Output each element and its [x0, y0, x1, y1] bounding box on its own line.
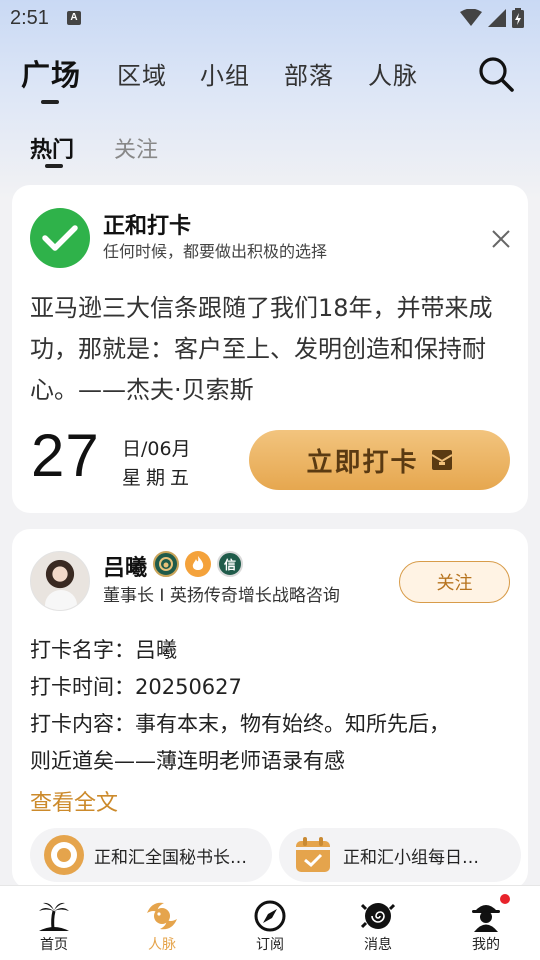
sub-nav: 热门 关注 — [0, 126, 540, 172]
checkin-card-title: 正和打卡 — [103, 214, 192, 239]
profile-icon — [468, 898, 504, 934]
tab-home-label: 首页 — [40, 937, 68, 953]
wifi-icon — [460, 9, 482, 26]
post-line-content: 打卡内容：事有本末，物有始终。知所先后， — [30, 712, 450, 736]
avatar[interactable] — [30, 551, 90, 611]
tab-network-label: 人脉 — [148, 937, 176, 953]
credit-badge-label: 信 — [223, 557, 236, 572]
nav-active-indicator — [41, 100, 59, 104]
notification-dot — [500, 894, 510, 904]
post-card: 吕曦 信 董事长 I 英扬传奇增长战略咨询 关注 打卡名字：吕曦 打卡时间：20… — [12, 529, 528, 889]
read-more-link[interactable]: 查看全文 — [30, 785, 118, 817]
nav-tab-plaza[interactable]: 广场 — [21, 52, 81, 94]
status-time: 2:51 — [10, 6, 49, 29]
lion-badge-icon — [153, 551, 179, 577]
signal-icon — [488, 9, 506, 27]
post-line-name: 打卡名字：吕曦 — [30, 638, 177, 662]
fish-icon — [144, 898, 180, 934]
tab-home[interactable]: 首页 — [19, 898, 89, 954]
checkin-button-label: 立即打卡 — [306, 447, 419, 478]
checkin-card-subtitle: 任何时候，都要做出积极的选择 — [103, 242, 328, 261]
search-icon[interactable] — [476, 54, 516, 94]
target-icon — [44, 835, 84, 875]
tag-chip-label: 正和汇小组每日… — [343, 847, 479, 868]
flame-badge-icon — [185, 551, 211, 577]
nav-tab-tribe[interactable]: 部落 — [284, 56, 334, 91]
tag-chip-label: 正和汇全国秘书长… — [94, 847, 247, 868]
post-user-name[interactable]: 吕曦 — [103, 550, 147, 582]
checkmark-icon — [30, 208, 90, 268]
post-line-content-cont: 则近道矣——薄连明老师语录有感 — [30, 749, 345, 773]
tab-subscribe-label: 订阅 — [256, 937, 284, 953]
close-icon[interactable] — [488, 226, 514, 252]
battery-icon — [512, 8, 524, 28]
envelope-icon — [430, 450, 453, 470]
tag-chip[interactable]: 正和汇全国秘书长… — [30, 828, 272, 882]
checkin-button[interactable]: 立即打卡 — [249, 430, 510, 490]
tab-network[interactable]: 人脉 — [127, 898, 197, 954]
status-a-icon: A — [66, 11, 81, 25]
island-icon — [36, 898, 72, 934]
tab-me[interactable]: 我的 — [451, 898, 521, 954]
sub-tab-following[interactable]: 关注 — [114, 132, 158, 164]
tab-messages[interactable]: 消息 — [343, 898, 413, 954]
post-line-time: 打卡时间：20250627 — [30, 675, 242, 699]
conch-icon — [360, 898, 396, 934]
date-day: 27 — [31, 422, 100, 489]
main-nav: 广场 区域 小组 部落 人脉 — [0, 48, 540, 108]
status-icons — [460, 8, 524, 28]
credit-badge-icon: 信 — [217, 551, 243, 577]
tag-chip[interactable]: 正和汇小组每日… — [279, 828, 521, 882]
compass-icon — [252, 898, 288, 934]
calendar-icon — [296, 837, 330, 872]
nav-tab-group[interactable]: 小组 — [200, 56, 250, 91]
nav-tab-region[interactable]: 区域 — [117, 56, 167, 91]
tab-me-label: 我的 — [472, 937, 500, 953]
date-weekday: 星期五 — [122, 467, 195, 489]
nav-tab-network[interactable]: 人脉 — [368, 56, 418, 91]
bottom-tab-bar: 首页 人脉 订阅 消息 我的 — [0, 885, 540, 960]
date-month: 日/06月 — [122, 438, 191, 460]
daily-quote: 亚马逊三大信条跟随了我们18年，并带来成功，那就是：客户至上、发明创造和保持耐心… — [30, 294, 493, 404]
follow-button[interactable]: 关注 — [399, 561, 510, 603]
sub-nav-active-indicator — [45, 164, 63, 168]
checkin-card: 正和打卡 任何时候，都要做出积极的选择 亚马逊三大信条跟随了我们18年，并带来成… — [12, 185, 528, 513]
tab-subscribe[interactable]: 订阅 — [235, 898, 305, 954]
post-user-title: 董事长 I 英扬传奇增长战略咨询 — [103, 586, 340, 606]
sub-tab-hot[interactable]: 热门 — [30, 132, 74, 164]
status-bar: 2:51 A — [0, 0, 540, 36]
tab-messages-label: 消息 — [364, 937, 392, 953]
